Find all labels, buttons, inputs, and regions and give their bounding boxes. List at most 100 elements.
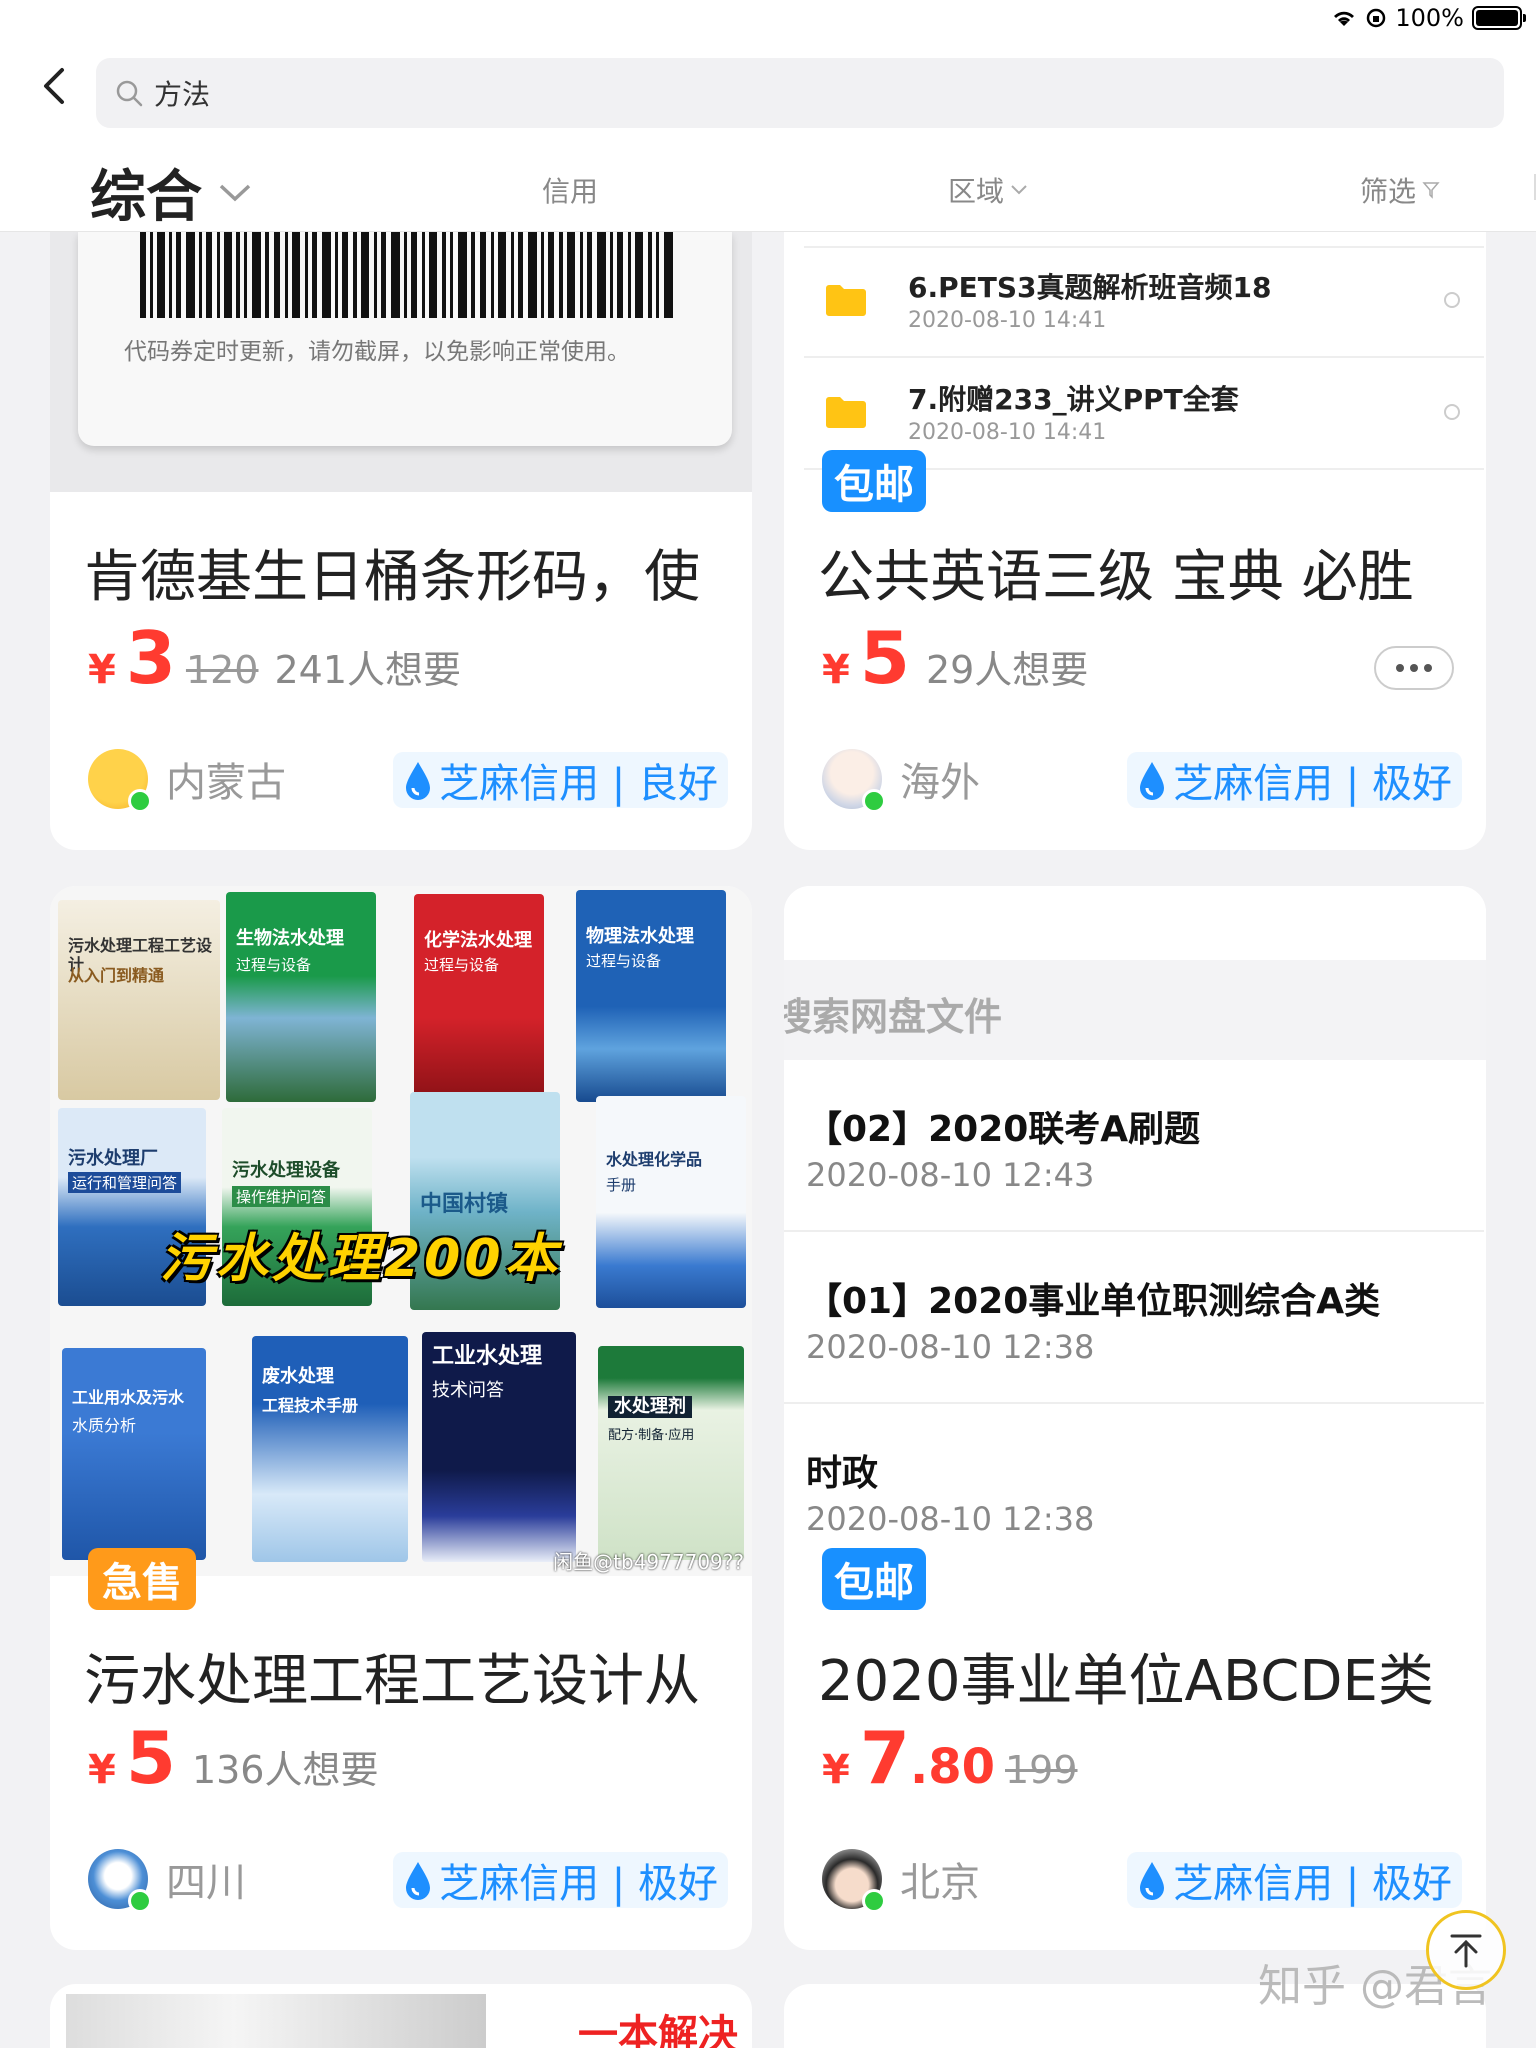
product-title: 公共英语三级 宝典 必胜: [818, 545, 1414, 610]
book-cover: 水处理剂 配方·制备·应用: [598, 1346, 744, 1560]
file-name: 6.PETS3真题解析班音频18: [908, 271, 1272, 304]
product-card[interactable]: 6.PETS3真题解析班音频18 2020-08-10 14:41 7.附赠23…: [784, 232, 1486, 850]
book-cover: 工业水处理 技术问答: [422, 1332, 576, 1562]
wifi-icon: [1334, 11, 1355, 26]
product-card[interactable]: 污水处理工程工艺设计 从入门到精通 生物法水处理 过程与设备 化学法水处理 过程…: [50, 886, 752, 1950]
book-cover: 工业用水及污水 水质分析: [62, 1348, 206, 1560]
file-row: 【02】2020联考A刷题 2020-08-10 12:43: [784, 1060, 1484, 1232]
price: 3: [125, 616, 176, 700]
book-cover: 水处理化学品 手册: [596, 1096, 746, 1308]
online-status-dot: [862, 1889, 886, 1913]
book-cover: 生物法水处理 过程与设备: [226, 892, 376, 1102]
seller-row: 海外 芝麻信用 | 极好: [822, 744, 1462, 814]
currency-symbol: ¥: [822, 647, 850, 693]
status-bar: 100%: [0, 0, 1536, 40]
coupon-note: 代码券定时更新，请勿截屏，以免影响正常使用。: [124, 339, 630, 365]
image-overlay-text: 污水处理200本: [160, 1229, 561, 1289]
online-status-dot: [862, 789, 886, 813]
product-card[interactable]: 一本解决: [50, 1984, 752, 2048]
seller-location: 四川: [166, 1860, 246, 1906]
credit-badge: 芝麻信用 | 极好: [393, 1852, 728, 1908]
battery-percent: 100%: [1395, 4, 1464, 32]
rotation-lock-icon: [1367, 8, 1386, 28]
tab-region-label: 区域: [948, 175, 1005, 208]
tab-filter[interactable]: 筛选: [1360, 170, 1440, 210]
file-name: 【02】2020联考A刷题: [806, 1109, 1201, 1150]
tab-credit-label: 信用: [542, 175, 599, 208]
product-card[interactable]: 代码券定时更新，请勿截屏，以免影响正常使用。 肯德基生日桶条形码，使 ¥ 3 1…: [50, 232, 752, 850]
file-search-header: 搜索网盘文件: [784, 960, 1486, 1060]
arrow-up-icon: [1450, 1934, 1482, 1968]
file-date: 2020-08-10 12:38: [806, 1328, 1095, 1366]
product-image: [66, 1994, 486, 2048]
currency-symbol: ¥: [88, 647, 116, 693]
book-cover: 物理法水处理 过程与设备: [576, 890, 726, 1102]
chevron-down-icon: [1011, 185, 1027, 195]
select-radio: [1444, 404, 1460, 420]
book-cover: 化学法水处理 过程与设备: [414, 894, 544, 1100]
urgent-sale-tag: 急售: [88, 1548, 196, 1610]
avatar[interactable]: [88, 749, 152, 813]
sesame-credit-icon: [406, 762, 431, 800]
chevron-down-icon: [219, 184, 251, 201]
select-radio: [1444, 292, 1460, 308]
back-arrow-icon[interactable]: [34, 64, 78, 108]
want-count: 241人想要: [274, 648, 462, 692]
want-count: 29人想要: [925, 648, 1089, 692]
avatar[interactable]: [822, 1849, 886, 1913]
more-options-button[interactable]: [1374, 646, 1454, 690]
avatar[interactable]: [88, 1849, 152, 1913]
file-row: 6.PETS3真题解析班音频18 2020-08-10 14:41: [804, 248, 1484, 358]
filter-icon: [1422, 182, 1440, 199]
product-image: 污水处理工程工艺设计 从入门到精通 生物法水处理 过程与设备 化学法水处理 过程…: [50, 886, 752, 1576]
price-decimal: .80: [909, 1739, 995, 1795]
tab-region[interactable]: 区域: [948, 170, 1028, 210]
book-cover: 废水处理 工程技术手册: [252, 1336, 408, 1562]
avatar[interactable]: [822, 749, 886, 813]
product-title: 污水处理工程工艺设计从: [84, 1649, 700, 1714]
product-image: 搜索网盘文件 【02】2020联考A刷题 2020-08-10 12:43 【0…: [784, 886, 1486, 1576]
search-input[interactable]: 方法: [96, 58, 1504, 128]
price: 5: [125, 1716, 176, 1800]
price-row: ¥ 5 136人想要: [88, 1722, 378, 1794]
original-price: 120: [185, 648, 259, 692]
file-search-title: 搜索网盘文件: [784, 995, 1003, 1039]
price-row: ¥ 7.80 199: [822, 1722, 1078, 1795]
online-status-dot: [128, 1889, 152, 1913]
seller-row: 北京 芝麻信用 | 极好: [822, 1844, 1462, 1914]
price-row: ¥ 5 29人想要: [822, 622, 1088, 694]
file-date: 2020-08-10 14:41: [908, 420, 1107, 445]
file-name: 【01】2020事业单位职测综合A类: [806, 1281, 1381, 1322]
ad-text: 一本解决: [578, 2012, 738, 2048]
search-query: 方法: [154, 78, 211, 111]
tab-comprehensive[interactable]: 综合: [90, 152, 252, 233]
battery-icon: [1472, 6, 1526, 30]
credit-text: 芝麻信用 | 极好: [1173, 761, 1452, 807]
sesame-credit-icon: [406, 1862, 431, 1900]
seller-location: 内蒙古: [166, 760, 286, 806]
seller-row: 四川 芝麻信用 | 极好: [88, 1844, 728, 1914]
free-shipping-tag: 包邮: [822, 1548, 926, 1610]
search-icon: [116, 80, 143, 107]
credit-text: 芝麻信用 | 良好: [439, 761, 718, 807]
search-header: 方法: [0, 40, 1536, 140]
file-name: 7.附赠233_讲义PPT全套: [908, 383, 1239, 416]
file-date: 2020-08-10 12:43: [806, 1156, 1095, 1194]
product-image: 6.PETS3真题解析班音频18 2020-08-10 14:41 7.附赠23…: [784, 232, 1486, 482]
image-watermark: 闲鱼@tb4977709??: [553, 1550, 744, 1574]
credit-badge: 芝麻信用 | 良好: [393, 752, 728, 808]
folder-icon: [826, 285, 866, 316]
product-image: 代码券定时更新，请勿截屏，以免影响正常使用。: [50, 232, 752, 492]
barcode-image: [140, 232, 673, 318]
product-title: 肯德基生日桶条形码，使: [84, 545, 700, 610]
back-to-top-button[interactable]: [1426, 1910, 1506, 1990]
currency-symbol: ¥: [88, 1747, 116, 1793]
file-date: 2020-08-10 12:38: [806, 1500, 1095, 1538]
free-shipping-tag: 包邮: [822, 450, 926, 512]
price-row: ¥ 3 120 241人想要: [88, 622, 461, 694]
seller-location: 北京: [900, 1860, 980, 1906]
product-card[interactable]: 搜索网盘文件 【02】2020联考A刷题 2020-08-10 12:43 【0…: [784, 886, 1486, 1950]
folder-icon: [826, 397, 866, 428]
original-price: 199: [1004, 1748, 1078, 1792]
tab-credit[interactable]: 信用: [542, 170, 598, 210]
